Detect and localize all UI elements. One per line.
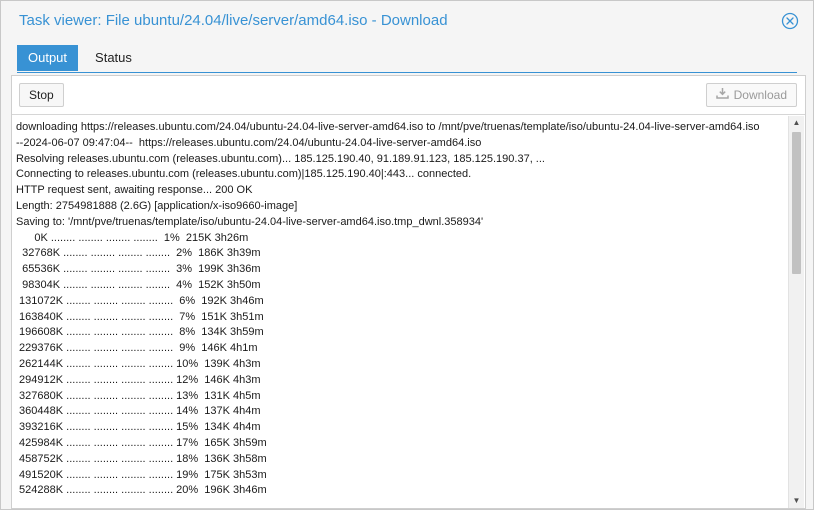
scroll-thumb[interactable] <box>792 132 801 274</box>
close-circle-icon[interactable] <box>781 12 799 30</box>
tab-underline <box>17 72 797 73</box>
log-line: 294912K ........ ........ ........ .....… <box>16 373 261 386</box>
window-title: Task viewer: File ubuntu/24.04/live/serv… <box>19 12 448 29</box>
log-line: --2024-06-07 09:47:04-- https://releases… <box>16 136 482 149</box>
log-line: 360448K ........ ........ ........ .....… <box>16 405 261 418</box>
log-output: downloading https://releases.ubuntu.com/… <box>12 116 789 508</box>
tab-output[interactable]: Output <box>17 45 79 71</box>
task-viewer-window: Task viewer: File ubuntu/24.04/live/serv… <box>0 0 814 510</box>
log-line: 131072K ........ ........ ........ .....… <box>16 294 264 307</box>
log-line: 524288K ........ ........ ........ .....… <box>16 484 267 497</box>
log-line: downloading https://releases.ubuntu.com/… <box>16 121 760 133</box>
log-line: 0K ........ ........ ........ ........ 1… <box>16 231 249 244</box>
log-line: Resolving releases.ubuntu.com (releases.… <box>16 152 545 165</box>
log-line: 327680K ........ ........ ........ .....… <box>16 389 261 402</box>
download-button[interactable]: Download <box>705 83 797 107</box>
log-line: 458752K ........ ........ ........ .....… <box>16 452 267 465</box>
log-line: 163840K ........ ........ ........ .....… <box>16 310 264 323</box>
log-line: 98304K ........ ........ ........ ......… <box>16 278 261 291</box>
log-line: Saving to: '/mnt/pve/truenas/template/is… <box>16 215 484 228</box>
log-line: 262144K ........ ........ ........ .....… <box>16 357 261 370</box>
download-icon <box>715 84 729 106</box>
tab-status[interactable]: Status <box>84 45 143 71</box>
stop-button[interactable]: Stop <box>19 83 64 107</box>
arrow-down-icon[interactable]: ▼ <box>789 494 804 508</box>
arrow-up-icon[interactable]: ▲ <box>789 116 804 130</box>
tab-bar: Output Status <box>17 45 143 71</box>
log-line: 196608K ........ ........ ........ .....… <box>16 326 264 339</box>
output-panel: Stop Download downloading https://releas… <box>11 75 806 509</box>
log-line: 393216K ........ ........ ........ .....… <box>16 421 261 434</box>
toolbar: Stop Download <box>12 76 805 115</box>
title-bar: Task viewer: File ubuntu/24.04/live/serv… <box>1 1 813 41</box>
download-label: Download <box>733 88 787 102</box>
log-line: 491520K ........ ........ ........ .....… <box>16 468 267 481</box>
log-line: HTTP request sent, awaiting response... … <box>16 184 253 197</box>
log-line: 229376K ........ ........ ........ .....… <box>16 342 258 355</box>
log-line: Connecting to releases.ubuntu.com (relea… <box>16 168 472 181</box>
log-line: 65536K ........ ........ ........ ......… <box>16 263 261 276</box>
log-line: Length: 2754981888 (2.6G) [application/x… <box>16 199 298 212</box>
log-line: 425984K ........ ........ ........ .....… <box>16 436 267 449</box>
vertical-scrollbar[interactable]: ▲ ▼ <box>788 116 804 508</box>
log-line: 32768K ........ ........ ........ ......… <box>16 247 261 260</box>
